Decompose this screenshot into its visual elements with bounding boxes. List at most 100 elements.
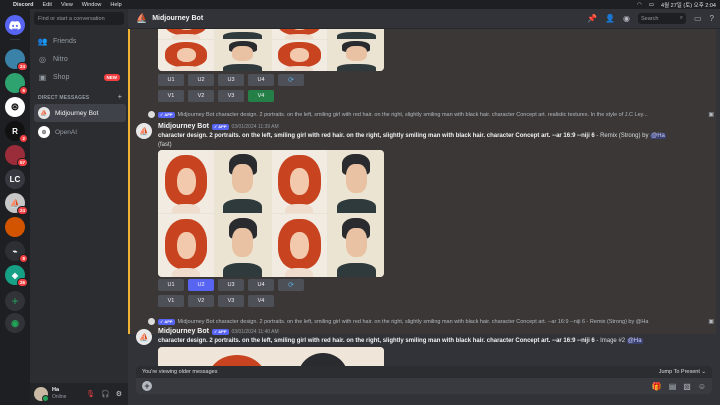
author-name[interactable]: Midjourney Bot xyxy=(158,328,209,335)
nav-label: Shop xyxy=(53,73,70,81)
v3-button[interactable]: V3 xyxy=(218,90,244,102)
image-tile[interactable] xyxy=(158,214,214,277)
image-tile[interactable] xyxy=(158,39,214,71)
u4-button[interactable]: U4 xyxy=(248,279,274,291)
settings-gear-icon[interactable]: ⚙ xyxy=(116,390,122,398)
bot-avatar[interactable]: ⛵ xyxy=(136,329,152,345)
u1-button[interactable]: U1 xyxy=(158,279,184,291)
server-icon[interactable]: 6 xyxy=(5,73,28,95)
find-conversation-button[interactable]: Find or start a conversation xyxy=(34,12,124,25)
menu-window[interactable]: Window xyxy=(82,2,102,8)
image-tile[interactable] xyxy=(271,29,328,39)
user-names[interactable]: Ha Online xyxy=(52,387,66,401)
reroll-icon[interactable]: ⟳ xyxy=(278,279,304,291)
mute-mic-icon[interactable]: 🎙 xyxy=(86,390,95,398)
nav-nitro[interactable]: ◎ Nitro xyxy=(34,51,126,67)
image-tile[interactable] xyxy=(214,39,271,71)
emoji-icon[interactable]: ☺ xyxy=(698,382,706,391)
u2-button[interactable]: U2 xyxy=(188,74,214,86)
u3-button[interactable]: U3 xyxy=(218,74,244,86)
server-icon[interactable] xyxy=(5,217,25,237)
menu-help[interactable]: Help xyxy=(110,2,121,8)
v1-button[interactable]: V1 xyxy=(158,90,184,102)
image-tile[interactable] xyxy=(271,214,328,277)
user-mention[interactable]: @Ha xyxy=(626,338,643,344)
dm-midjourney-bot[interactable]: ⛵ Midjourney Bot xyxy=(34,104,126,122)
image-tile[interactable] xyxy=(271,39,328,71)
v1-button[interactable]: V1 xyxy=(158,295,184,307)
image-tile[interactable] xyxy=(214,214,271,277)
explore-servers-icon[interactable]: ◉ xyxy=(5,313,25,333)
image-tile[interactable] xyxy=(328,29,384,39)
image-tile[interactable] xyxy=(328,39,384,71)
v2-button[interactable]: V2 xyxy=(188,295,214,307)
help-icon[interactable]: ? xyxy=(710,14,714,23)
openai-server-icon[interactable]: ⊛ xyxy=(5,97,25,117)
server-icon[interactable]: ◈ 26 xyxy=(5,265,28,287)
reply-avatar-icon xyxy=(148,111,155,118)
reply-preview[interactable]: ✓ APP Midjourney Bot character design. 2… xyxy=(148,318,708,325)
wifi-icon[interactable]: ◠ xyxy=(637,2,642,8)
server-icon[interactable]: ⌁ 8 xyxy=(5,241,28,263)
image-tile[interactable] xyxy=(328,150,384,213)
menu-edit[interactable]: Edit xyxy=(42,2,51,8)
image-tile[interactable] xyxy=(158,150,214,213)
reroll-icon[interactable]: ⟳ xyxy=(278,74,304,86)
dm-openai[interactable]: ⊛ OpenAI xyxy=(34,123,126,141)
deafen-icon[interactable]: 🎧 xyxy=(101,390,110,398)
gift-icon[interactable]: 🎁 xyxy=(652,382,662,391)
create-dm-icon[interactable]: + xyxy=(118,94,122,101)
nav-friends[interactable]: 👥 Friends xyxy=(34,33,126,49)
u3-button[interactable]: U3 xyxy=(218,279,244,291)
pin-icon[interactable]: 📌 xyxy=(587,14,597,23)
server-icon[interactable]: ⛵ 24 xyxy=(5,193,28,215)
image-tile[interactable] xyxy=(214,150,271,213)
reply-avatar-icon xyxy=(148,318,155,325)
author-name[interactable]: Midjourney Bot xyxy=(158,123,209,130)
image-tile[interactable] xyxy=(271,150,328,213)
add-server-icon[interactable]: + xyxy=(5,291,25,311)
server-icon-lc[interactable]: LC xyxy=(5,169,25,189)
home-discord-icon[interactable] xyxy=(5,15,25,35)
server-icon[interactable]: 24 xyxy=(5,49,28,71)
server-icon[interactable]: R2 xyxy=(5,121,28,143)
user-avatar[interactable] xyxy=(34,387,49,402)
v4-button[interactable]: V4 xyxy=(248,90,274,102)
v2-button[interactable]: V2 xyxy=(188,90,214,102)
image-grid[interactable] xyxy=(158,150,384,277)
image-tile[interactable] xyxy=(158,29,214,39)
nav-shop[interactable]: ▣ Shop NEW xyxy=(34,69,126,85)
image-number-text: - Image #2 xyxy=(594,338,627,344)
user-mention[interactable]: @Ha xyxy=(650,133,666,139)
attach-plus-icon[interactable]: + xyxy=(142,381,152,391)
v3-button[interactable]: V3 xyxy=(218,295,244,307)
battery-icon[interactable]: ▭ xyxy=(649,2,654,8)
image-tile[interactable] xyxy=(214,29,271,39)
u2-button[interactable]: U2 xyxy=(188,279,214,291)
search-input[interactable]: Search ⌕ xyxy=(637,13,686,24)
menu-app-name[interactable]: Discord xyxy=(13,2,33,8)
user-profile-icon[interactable]: ◉ xyxy=(623,14,630,23)
image-tile[interactable] xyxy=(328,214,384,277)
v4-button[interactable]: V4 xyxy=(248,295,274,307)
clock[interactable]: 4월 27일 (토) 오후 2:04 xyxy=(661,1,716,9)
add-friends-icon[interactable]: 👤 xyxy=(605,14,615,23)
message-header: Midjourney Bot ✓ APP 03/01/2024 11:39 AM xyxy=(158,123,279,130)
image-icon[interactable]: ▣ xyxy=(708,111,714,118)
image-grid[interactable] xyxy=(158,29,384,71)
menu-view[interactable]: View xyxy=(61,2,73,8)
server-icon[interactable]: 57 xyxy=(5,145,28,167)
u4-button[interactable]: U4 xyxy=(248,74,274,86)
header-tools: 📌 👤 ◉ Search ⌕ ▭ ? xyxy=(587,13,720,24)
image-icon[interactable]: ▣ xyxy=(708,318,714,325)
reply-preview[interactable]: ✓ APP Midjourney Bot character design. 2… xyxy=(148,111,708,118)
sticker-icon[interactable]: ▧ xyxy=(683,382,691,391)
inbox-icon[interactable]: ▭ xyxy=(694,14,702,23)
u1-button[interactable]: U1 xyxy=(158,74,184,86)
message-composer[interactable]: + 🎁 ▤ ▧ ☺ xyxy=(136,378,712,394)
variation-row: V1 V2 V3 V4 xyxy=(158,295,274,307)
gif-icon[interactable]: ▤ xyxy=(669,382,677,391)
jump-to-present-button[interactable]: Jump To Present ⌄ xyxy=(659,369,706,375)
bot-avatar[interactable]: ⛵ xyxy=(136,123,152,139)
nav-label: Friends xyxy=(53,37,77,45)
